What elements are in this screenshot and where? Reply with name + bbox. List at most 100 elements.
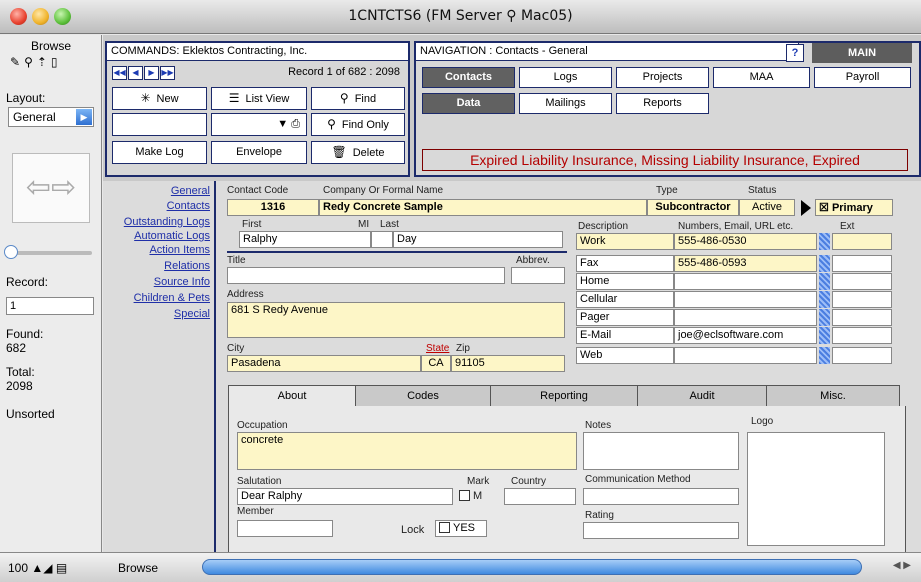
city-field[interactable]: Pasadena <box>227 355 421 372</box>
lock-checkbox[interactable]: YES <box>435 520 487 537</box>
phone-type-icon-4[interactable] <box>819 291 830 308</box>
record-slider-knob[interactable] <box>4 245 18 259</box>
lock-checkbox-box[interactable] <box>439 522 450 533</box>
tab-reporting[interactable]: Reporting <box>490 385 638 407</box>
find-only-button[interactable]: ⚲ Find Only <box>311 113 405 136</box>
first-record-button[interactable]: ◀◀ <box>112 66 127 80</box>
main-button[interactable]: MAIN <box>812 43 912 63</box>
mark-checkbox[interactable]: M <box>459 490 482 502</box>
company-field[interactable]: Redy Concrete Sample <box>319 199 647 216</box>
communication-method-field[interactable] <box>583 488 739 505</box>
zip-field[interactable]: 91105 <box>451 355 565 372</box>
envelope-button[interactable]: Envelope <box>211 141 307 164</box>
link-action-items[interactable]: Action Items <box>149 244 210 256</box>
tab-audit[interactable]: Audit <box>637 385 767 407</box>
layout-tool-icon[interactable]: ⇡ <box>37 55 51 69</box>
zoom-mountain-icon[interactable]: ▲◢ <box>31 561 52 575</box>
scroll-left-icon[interactable]: ◀ <box>893 560 901 571</box>
phone-number-3[interactable] <box>674 273 817 290</box>
phone-type-icon-1[interactable] <box>819 233 830 250</box>
tool-icons[interactable]: ✎⚲⇡▯ <box>10 55 62 69</box>
nav-mailings-button[interactable]: Mailings <box>519 93 612 114</box>
nav-projects-button[interactable]: Projects <box>616 67 709 88</box>
record-number-input[interactable]: 1 <box>6 297 94 315</box>
link-outstanding-logs[interactable]: Outstanding Logs <box>124 216 210 228</box>
last-record-button[interactable]: ▶▶ <box>160 66 175 80</box>
make-log-button[interactable]: Make Log <box>112 141 207 164</box>
last-name-field[interactable]: Day <box>393 231 563 248</box>
address-field[interactable]: 681 S Redy Avenue <box>227 302 565 338</box>
find-tool-icon[interactable]: ⚲ <box>24 55 37 69</box>
tab-codes[interactable]: Codes <box>355 385 491 407</box>
link-children-pets[interactable]: Children & Pets <box>134 292 210 304</box>
phone-ext-6[interactable] <box>832 327 892 344</box>
phone-number-6[interactable]: joe@eclsoftware.com <box>674 327 817 344</box>
contact-code-field[interactable]: 1316 <box>227 199 319 216</box>
rating-field[interactable] <box>583 522 739 539</box>
list-view-button[interactable]: ☰ List View <box>211 87 307 110</box>
nav-contacts-button[interactable]: Contacts <box>422 67 515 88</box>
link-source-info[interactable]: Source Info <box>154 276 210 288</box>
nav-logs-button[interactable]: Logs <box>519 67 612 88</box>
salutation-field[interactable]: Dear Ralphy <box>237 488 453 505</box>
nav-data-button[interactable]: Data <box>422 93 515 114</box>
tab-about[interactable]: About <box>228 385 356 407</box>
abbrev-field[interactable] <box>511 267 565 284</box>
nav-maa-button[interactable]: MAA <box>713 67 810 88</box>
print-dropdown[interactable]: ▼ ⎙ <box>211 113 307 136</box>
link-contacts[interactable]: Contacts <box>167 200 210 212</box>
status-area-toggle-icon[interactable]: ▤ <box>56 561 67 575</box>
phone-type-icon-2[interactable] <box>819 255 830 272</box>
phone-desc-1[interactable]: Work <box>576 233 674 250</box>
record-slider-track[interactable] <box>10 251 92 255</box>
status-field[interactable]: Active <box>739 199 795 216</box>
phone-ext-5[interactable] <box>832 309 892 326</box>
title-bar[interactable]: 1CNTCTS6 (FM Server ⚲ Mac05) <box>0 0 921 34</box>
phone-desc-4[interactable]: Cellular <box>576 291 674 308</box>
find-button[interactable]: ⚲ Find <box>311 87 405 110</box>
phone-type-icon-7[interactable] <box>819 347 830 364</box>
phone-desc-7[interactable]: Web <box>576 347 674 364</box>
state-label[interactable]: State <box>426 343 449 354</box>
phone-ext-1[interactable] <box>832 233 892 250</box>
new-button[interactable]: ✳ New <box>112 87 207 110</box>
record-book-icon[interactable]: ⇦⇨ <box>12 153 90 223</box>
phone-number-7[interactable] <box>674 347 817 364</box>
phone-number-2[interactable]: 555-486-0593 <box>674 255 817 272</box>
tab-misc[interactable]: Misc. <box>766 385 900 407</box>
nav-payroll-button[interactable]: Payroll <box>814 67 911 88</box>
phone-number-5[interactable] <box>674 309 817 326</box>
phone-ext-7[interactable] <box>832 347 892 364</box>
first-name-field[interactable]: Ralphy <box>239 231 371 248</box>
link-automatic-logs[interactable]: Automatic Logs <box>134 230 210 242</box>
blank-command-button[interactable] <box>112 113 207 136</box>
link-general[interactable]: General <box>171 185 210 197</box>
previous-record-button[interactable]: ◀ <box>128 66 143 80</box>
logo-field[interactable] <box>747 432 885 546</box>
layout-select[interactable]: General ▶ <box>8 107 94 127</box>
phone-desc-3[interactable]: Home <box>576 273 674 290</box>
country-field[interactable] <box>504 488 576 505</box>
horizontal-scrollbar[interactable] <box>202 559 862 575</box>
scroll-right-icon[interactable]: ▶ <box>903 560 911 571</box>
next-record-button[interactable]: ▶ <box>144 66 159 80</box>
phone-number-1[interactable]: 555-486-0530 <box>674 233 817 250</box>
phone-type-icon-3[interactable] <box>819 273 830 290</box>
phone-desc-2[interactable]: Fax <box>576 255 674 272</box>
title-field[interactable] <box>227 267 505 284</box>
notes-field[interactable] <box>583 432 739 470</box>
nav-reports-button[interactable]: Reports <box>616 93 709 114</box>
phone-desc-5[interactable]: Pager <box>576 309 674 326</box>
phone-ext-2[interactable] <box>832 255 892 272</box>
help-button[interactable]: ? <box>786 44 804 62</box>
link-special[interactable]: Special <box>174 308 210 320</box>
occupation-field[interactable]: concrete <box>237 432 577 470</box>
member-field[interactable] <box>237 520 333 537</box>
phone-ext-4[interactable] <box>832 291 892 308</box>
mark-checkbox-box[interactable] <box>459 490 470 501</box>
phone-desc-6[interactable]: E-Mail <box>576 327 674 344</box>
phone-type-icon-5[interactable] <box>819 309 830 326</box>
scroll-arrows[interactable]: ◀ ▶ <box>893 560 911 571</box>
zoom-level[interactable]: 100 ▲◢ ▤ <box>8 561 67 575</box>
link-relations[interactable]: Relations <box>164 260 210 272</box>
